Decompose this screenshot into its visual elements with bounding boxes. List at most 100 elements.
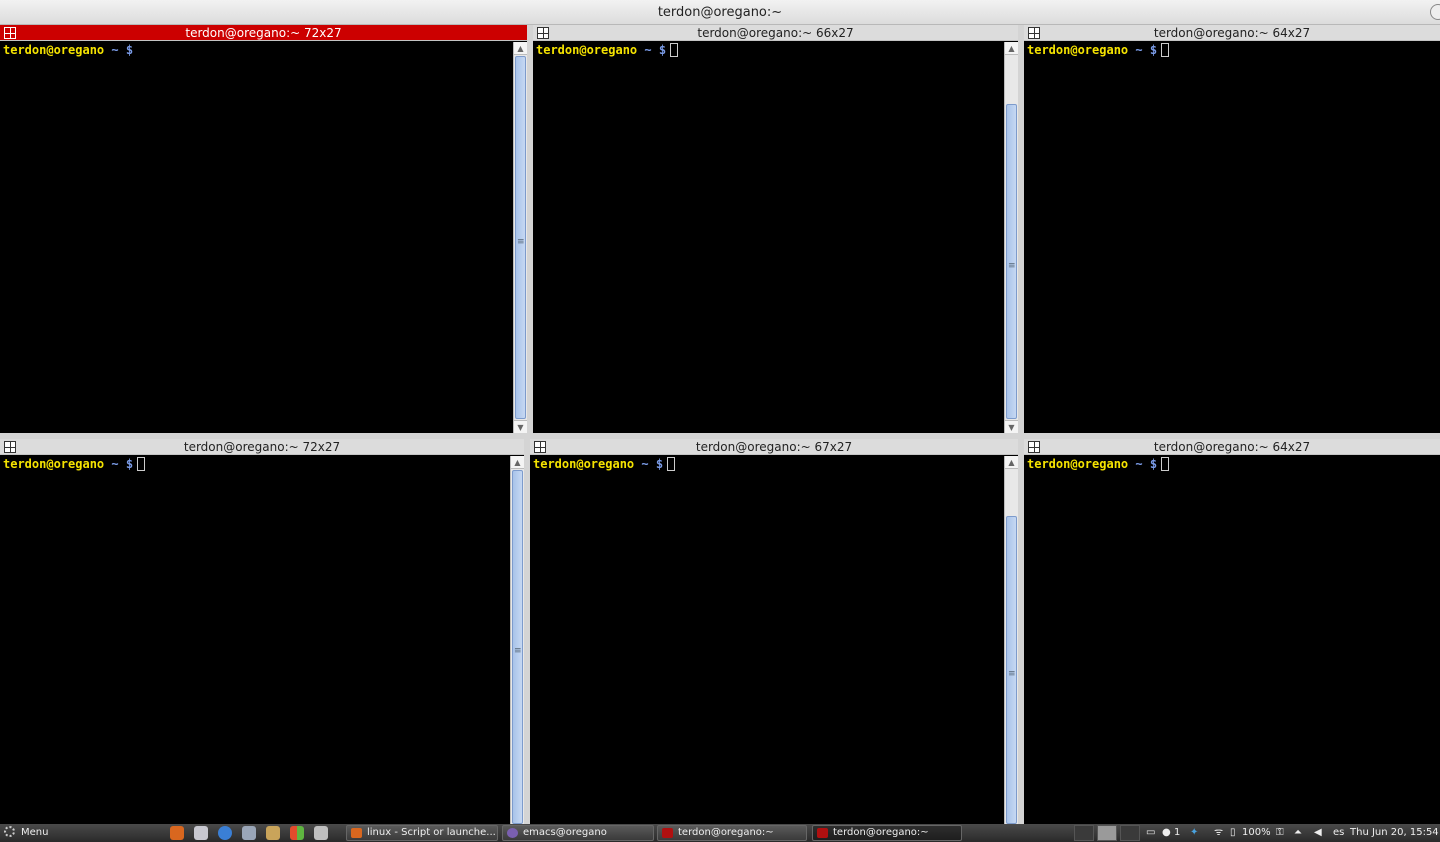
terminal-pane-4[interactable]: terdon@oregano:~ 72x27 terdon@oregano ~ … — [0, 439, 524, 824]
terminal-output[interactable]: terdon@oregano ~ $ — [1024, 456, 1440, 824]
pane-title-bar[interactable]: terdon@oregano:~ 72x27 — [0, 439, 524, 455]
prompt-tail: ~ $ — [637, 43, 667, 57]
prompt-user: terdon@oregano — [3, 457, 105, 471]
workspace-2[interactable] — [1097, 825, 1117, 841]
scroll-up-arrow-icon[interactable]: ▲ — [1005, 456, 1018, 469]
terminal-icon — [662, 828, 673, 838]
task-button-emacs[interactable]: emacs@oregano — [502, 825, 654, 841]
scrollbar[interactable]: ▲ ▼ — [513, 42, 527, 433]
terminal-icon — [817, 828, 828, 838]
task-label: terdon@oregano:~ — [678, 827, 774, 838]
prompt-tail: ~ $ — [104, 43, 134, 57]
display-icon[interactable]: ▭ — [1146, 824, 1155, 842]
prompt-tail: ~ $ — [634, 457, 664, 471]
task-label: linux - Script or launche... — [367, 827, 496, 838]
terminal-pane-6[interactable]: terdon@oregano:~ 64x27 terdon@oregano ~ … — [1024, 439, 1440, 824]
task-label: terdon@oregano:~ — [833, 827, 929, 838]
terminal-pane-1[interactable]: terdon@oregano:~ 72x27 terdon@oregano ~ … — [0, 25, 527, 433]
terminal-output[interactable]: terdon@oregano ~ $ — [530, 456, 1004, 824]
scroll-up-arrow-icon[interactable]: ▲ — [1005, 42, 1018, 55]
terminal-pane-3[interactable]: terdon@oregano:~ 64x27 terdon@oregano ~ … — [1024, 25, 1440, 433]
task-button-terminal-2[interactable]: terdon@oregano:~ — [812, 825, 962, 841]
battery-icon[interactable]: ▯ — [1230, 824, 1236, 842]
prompt-user: terdon@oregano — [536, 43, 638, 57]
prompt-tail: ~ $ — [104, 457, 134, 471]
firefox-icon[interactable] — [170, 826, 184, 840]
pane-title-bar[interactable]: terdon@oregano:~ 67x27 — [530, 439, 1018, 455]
pane-title-bar[interactable]: terdon@oregano:~ 66x27 — [533, 25, 1018, 41]
pane-title: terdon@oregano:~ 67x27 — [695, 440, 853, 454]
keyboard-layout[interactable]: es — [1333, 824, 1344, 842]
menu-button[interactable]: Menu — [4, 824, 48, 842]
split-grid-icon[interactable] — [4, 441, 16, 453]
pane-title: terdon@oregano:~ 72x27 — [183, 440, 341, 454]
dropbox-icon[interactable]: ✦ — [1190, 824, 1198, 842]
terminal-output[interactable]: terdon@oregano ~ $ — [1024, 42, 1440, 433]
workspace-1[interactable] — [1074, 825, 1094, 841]
scrollbar[interactable]: ▲ — [1004, 456, 1018, 824]
pane-title: terdon@oregano:~ 72x27 — [185, 26, 342, 40]
taskbar: Menu linux - Script or launche... emacs@… — [0, 824, 1440, 842]
scrollbar[interactable]: ▲ ▼ — [1004, 42, 1018, 433]
archive-icon[interactable] — [266, 826, 280, 840]
notification-count: 1 — [1174, 827, 1181, 838]
pane-title: terdon@oregano:~ 66x27 — [697, 26, 854, 40]
wifi-icon[interactable]: ᯤ — [1214, 824, 1223, 842]
task-button-browser[interactable]: linux - Script or launche... — [346, 825, 498, 841]
workspace-3[interactable] — [1120, 825, 1140, 841]
up-arrows-icon[interactable]: ⏶ — [1294, 824, 1302, 842]
window-title-bar[interactable]: terdon@oregano:~ — [0, 0, 1440, 25]
terminal-output[interactable]: terdon@oregano ~ $ — [0, 456, 510, 824]
scroll-up-arrow-icon[interactable]: ▲ — [511, 456, 524, 469]
prompt-user: terdon@oregano — [1027, 43, 1129, 57]
terminal-output[interactable]: terdon@oregano ~ $ — [533, 42, 1004, 433]
terminal-pane-5[interactable]: terdon@oregano:~ 67x27 terdon@oregano ~ … — [530, 439, 1018, 824]
pane-title-bar[interactable]: terdon@oregano:~ 72x27 — [0, 25, 527, 41]
menu-label: Menu — [21, 827, 49, 838]
volume-icon[interactable]: ◀ — [1314, 824, 1322, 842]
prompt-user: terdon@oregano — [3, 43, 105, 57]
split-grid-icon[interactable] — [537, 27, 549, 39]
pane-title-bar[interactable]: terdon@oregano:~ 64x27 — [1024, 25, 1440, 41]
clock[interactable]: Thu Jun 20, 15:54 — [1350, 824, 1439, 842]
window-title: terdon@oregano:~ — [657, 5, 783, 20]
chrome-icon[interactable] — [218, 826, 232, 840]
key-icon[interactable]: ⚿ — [1276, 824, 1284, 842]
text-cursor — [1161, 43, 1170, 57]
split-grid-icon[interactable] — [534, 441, 546, 453]
prompt-tail: ~ $ — [1128, 457, 1158, 471]
text-cursor — [670, 43, 679, 57]
windows-icon[interactable] — [290, 826, 304, 840]
printer-icon[interactable] — [314, 826, 328, 840]
split-grid-icon[interactable] — [1028, 441, 1040, 453]
pane-title: terdon@oregano:~ 64x27 — [1153, 440, 1311, 454]
network-icon[interactable] — [242, 826, 256, 840]
scrollbar-thumb[interactable] — [1006, 104, 1017, 419]
text-cursor — [1161, 457, 1170, 471]
gear-icon — [4, 826, 15, 837]
scroll-down-arrow-icon[interactable]: ▼ — [514, 420, 527, 433]
emacs-icon — [507, 828, 518, 838]
scrollbar-thumb[interactable] — [1006, 516, 1017, 824]
scroll-up-arrow-icon[interactable]: ▲ — [514, 42, 527, 55]
split-grid-icon[interactable] — [4, 27, 16, 39]
terminal-pane-2[interactable]: terdon@oregano:~ 66x27 terdon@oregano ~ … — [533, 25, 1018, 433]
notification-icon[interactable]: ● — [1162, 824, 1171, 842]
window-control-button[interactable] — [1430, 4, 1440, 20]
prompt-tail: ~ $ — [1128, 43, 1158, 57]
prompt-user: terdon@oregano — [533, 457, 635, 471]
battery-level: 100% — [1242, 827, 1271, 838]
scrollbar-thumb[interactable] — [515, 56, 526, 419]
scrollbar[interactable]: ▲ — [510, 456, 524, 824]
scrollbar-thumb[interactable] — [512, 470, 523, 824]
files-icon[interactable] — [194, 826, 208, 840]
task-label: emacs@oregano — [523, 827, 607, 838]
text-cursor — [667, 457, 676, 471]
prompt-user: terdon@oregano — [1027, 457, 1129, 471]
pane-title-bar[interactable]: terdon@oregano:~ 64x27 — [1024, 439, 1440, 455]
terminal-output[interactable]: terdon@oregano ~ $ — [0, 42, 513, 433]
task-button-terminal-1[interactable]: terdon@oregano:~ — [657, 825, 807, 841]
split-grid-icon[interactable] — [1028, 27, 1040, 39]
firefox-icon — [351, 828, 362, 838]
scroll-down-arrow-icon[interactable]: ▼ — [1005, 420, 1018, 433]
